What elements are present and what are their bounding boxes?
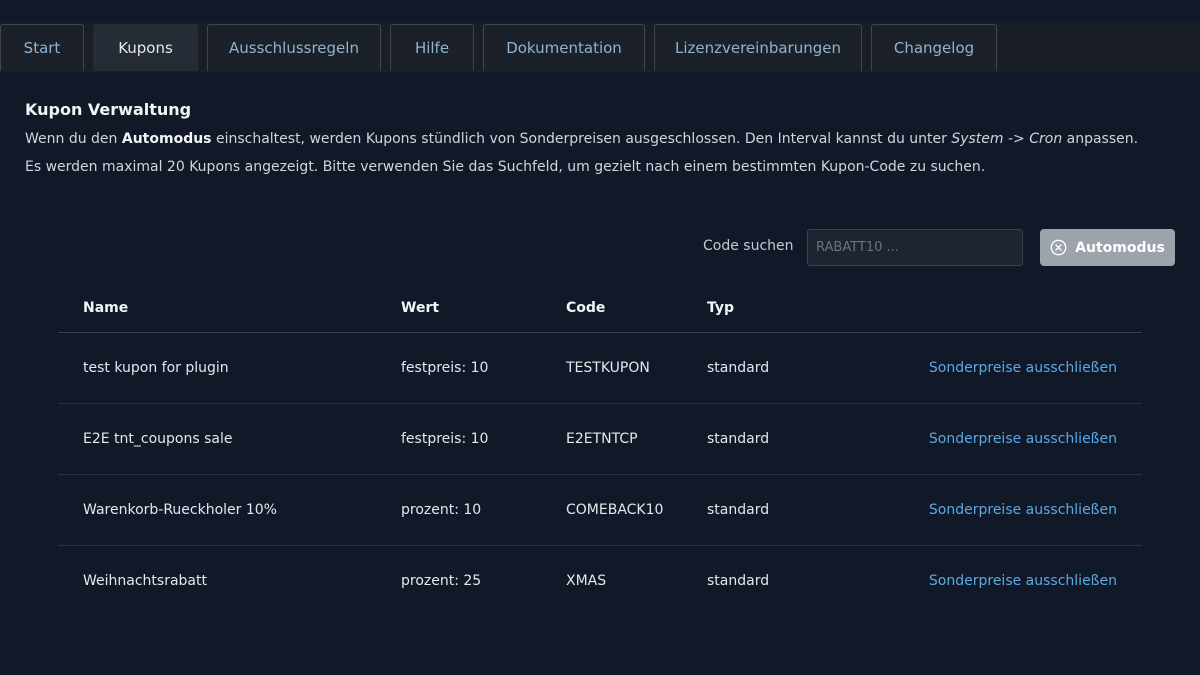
- cell-name: Weihnachtsrabatt: [83, 573, 207, 589]
- tab-kupons[interactable]: Kupons: [93, 24, 198, 71]
- cell-typ: standard: [707, 474, 907, 546]
- cell-code: TESTKUPON: [566, 332, 707, 404]
- code-search-input[interactable]: [807, 229, 1023, 266]
- exclude-special-prices-link[interactable]: Sonderpreise ausschließen: [929, 360, 1117, 376]
- cell-wert: prozent: 10: [401, 474, 566, 546]
- table-header-row: Name Wert Code Typ: [58, 284, 1142, 333]
- exclude-special-prices-link[interactable]: Sonderpreise ausschließen: [929, 573, 1117, 589]
- cell-typ: standard: [707, 573, 770, 589]
- cell-name: E2E tnt_coupons sale: [58, 403, 401, 475]
- cell-typ: standard: [707, 403, 907, 475]
- cell-name: test kupon for plugin: [58, 332, 401, 404]
- table-row: E2E tnt_coupons sale festpreis: 10 E2ETN…: [58, 403, 1142, 475]
- cell-code: COMEBACK10: [566, 474, 707, 546]
- tab-hilfe[interactable]: Hilfe: [390, 24, 474, 71]
- column-header-name: Name: [58, 284, 401, 333]
- column-header-wert: Wert: [401, 284, 566, 333]
- page-title: Kupon Verwaltung: [25, 100, 192, 119]
- top-strip: [0, 0, 1200, 23]
- tab-start[interactable]: Start: [0, 24, 84, 71]
- description-limit: Es werden maximal 20 Kupons angezeigt. B…: [25, 159, 986, 175]
- table-row: Warenkorb-Rueckholer 10% prozent: 10 COM…: [58, 474, 1142, 546]
- cell-typ: standard: [707, 332, 907, 404]
- desc-text: einschaltest, werden Kupons stündlich vo…: [211, 131, 952, 147]
- cell-code: E2ETNTCP: [566, 403, 707, 475]
- tab-ausschlussregeln[interactable]: Ausschlussregeln: [207, 24, 381, 71]
- cell-wert: prozent: 25: [401, 573, 482, 589]
- cell-code: XMAS: [566, 573, 607, 589]
- exclude-special-prices-link[interactable]: Sonderpreise ausschließen: [929, 502, 1117, 518]
- desc-text: anpassen.: [1062, 131, 1139, 147]
- table-row: Weihnachtsrabatt prozent: 25 XMAS standa…: [58, 546, 1142, 617]
- description-automodus: Wenn du den Automodus einschaltest, werd…: [25, 131, 1138, 147]
- cell-wert: festpreis: 10: [401, 332, 566, 404]
- coupon-table: Name Wert Code Typ test kupon for plugin…: [58, 284, 1142, 616]
- column-header-action: [907, 284, 1142, 333]
- tab-dokumentation[interactable]: Dokumentation: [483, 24, 645, 71]
- tab-lizenzvereinbarungen[interactable]: Lizenzvereinbarungen: [654, 24, 862, 71]
- automodus-label: Automodus: [1075, 239, 1165, 256]
- cell-name: Warenkorb-Rueckholer 10%: [58, 474, 401, 546]
- close-circle-icon: [1050, 239, 1067, 256]
- tab-changelog[interactable]: Changelog: [871, 24, 997, 71]
- desc-text: Wenn du den: [25, 131, 122, 147]
- search-label: Code suchen: [703, 238, 794, 254]
- desc-italic-cron-path: System -> Cron: [951, 131, 1063, 147]
- cell-wert: festpreis: 10: [401, 403, 566, 475]
- column-header-typ: Typ: [707, 284, 907, 333]
- column-header-code: Code: [566, 284, 707, 333]
- automodus-button[interactable]: Automodus: [1040, 229, 1175, 266]
- desc-bold-automodus: Automodus: [121, 131, 212, 147]
- table-row: test kupon for plugin festpreis: 10 TEST…: [58, 332, 1142, 404]
- exclude-special-prices-link[interactable]: Sonderpreise ausschließen: [929, 431, 1117, 447]
